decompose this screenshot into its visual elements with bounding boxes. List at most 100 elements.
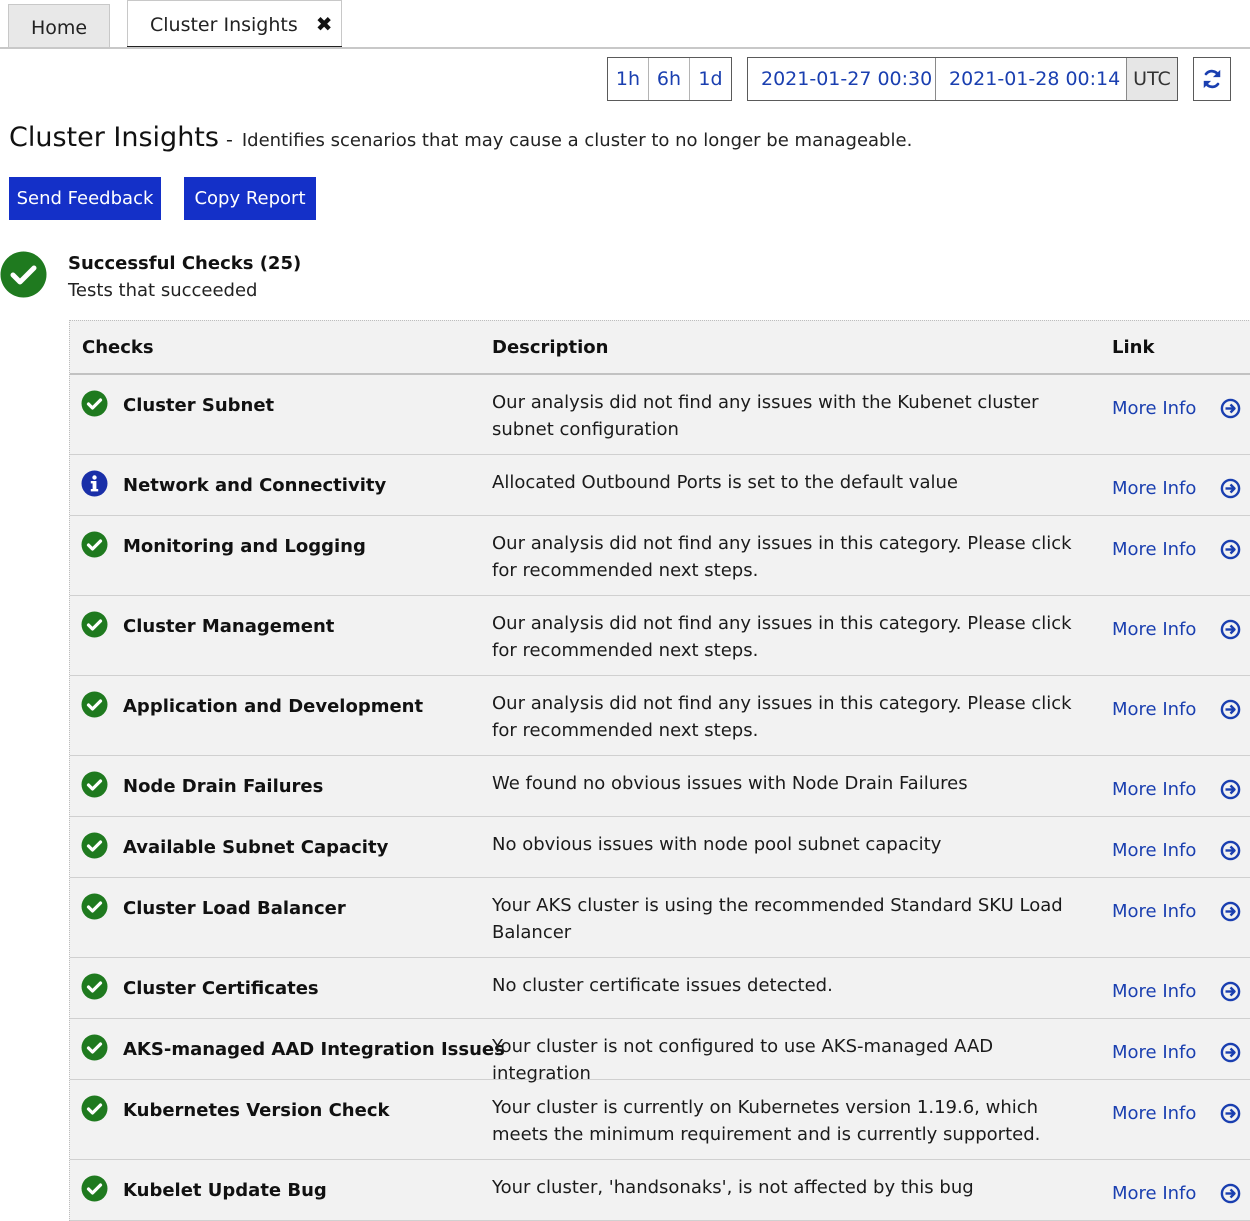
more-info-label: More Info bbox=[1112, 779, 1197, 800]
copy-report-button[interactable]: Copy Report bbox=[184, 177, 316, 220]
check-description: Your cluster, 'handsonaks', is not affec… bbox=[492, 1177, 974, 1198]
check-name: Cluster Management bbox=[123, 616, 335, 637]
more-info-label: More Info bbox=[1112, 981, 1197, 1002]
check-circle-icon bbox=[81, 893, 108, 924]
page-heading: Cluster Insights - Identifies scenarios … bbox=[9, 122, 912, 153]
more-info-link[interactable]: More Info bbox=[1112, 539, 1241, 560]
table-body: Cluster Subnet Our analysis did not find … bbox=[70, 375, 1250, 1221]
tab-home-label: Home bbox=[30, 17, 88, 39]
more-info-link[interactable]: More Info bbox=[1112, 1103, 1241, 1124]
check-name: Kubernetes Version Check bbox=[123, 1100, 390, 1121]
check-circle-icon bbox=[81, 611, 108, 642]
more-info-label: More Info bbox=[1112, 840, 1197, 861]
info-circle-icon bbox=[81, 470, 108, 501]
end-time-field[interactable]: 2021-01-28 00:14 bbox=[936, 58, 1127, 100]
check-name: AKS-managed AAD Integration Issues bbox=[123, 1039, 505, 1060]
check-name: Application and Development bbox=[123, 696, 424, 717]
more-info-label: More Info bbox=[1112, 699, 1197, 720]
arrow-circle-right-icon bbox=[1208, 981, 1241, 1002]
check-name: Available Subnet Capacity bbox=[123, 837, 389, 858]
check-circle-icon bbox=[81, 390, 108, 421]
check-name: Monitoring and Logging bbox=[123, 536, 366, 557]
time-preset-1d-button[interactable]: 1d bbox=[690, 58, 731, 100]
more-info-link[interactable]: More Info bbox=[1112, 901, 1241, 922]
arrow-circle-right-icon bbox=[1208, 1183, 1241, 1204]
check-description: Your cluster is currently on Kubernetes … bbox=[492, 1097, 1041, 1145]
column-header-description: Description bbox=[492, 337, 609, 358]
table-row: Network and Connectivity Allocated Outbou… bbox=[70, 455, 1250, 516]
table-row: Kubernetes Version Check Your cluster is … bbox=[70, 1080, 1250, 1160]
more-info-link[interactable]: More Info bbox=[1112, 1042, 1241, 1063]
table-row: Kubelet Update Bug Your cluster, 'handson… bbox=[70, 1160, 1250, 1221]
time-preset-group: 1h 6h 1d bbox=[607, 57, 732, 101]
more-info-label: More Info bbox=[1112, 1042, 1197, 1063]
check-description: Our analysis did not find any issues in … bbox=[492, 693, 1072, 741]
more-info-link[interactable]: More Info bbox=[1112, 478, 1241, 499]
close-icon[interactable]: ✖ bbox=[316, 12, 333, 38]
tab-cluster-insights[interactable]: Cluster Insights ✖ bbox=[127, 0, 342, 49]
more-info-link[interactable]: More Info bbox=[1112, 779, 1241, 800]
check-description: Allocated Outbound Ports is set to the d… bbox=[492, 472, 958, 493]
check-name: Kubelet Update Bug bbox=[123, 1180, 327, 1201]
table-row: AKS-managed AAD Integration Issues Your c… bbox=[70, 1019, 1250, 1084]
more-info-label: More Info bbox=[1112, 901, 1197, 922]
more-info-label: More Info bbox=[1112, 539, 1197, 560]
check-circle-icon bbox=[81, 1175, 108, 1206]
more-info-label: More Info bbox=[1112, 1183, 1197, 1204]
check-circle-icon bbox=[0, 251, 47, 298]
more-info-link[interactable]: More Info bbox=[1112, 699, 1241, 720]
check-description: No obvious issues with node pool subnet … bbox=[492, 834, 942, 855]
summary-subtitle: Tests that succeeded bbox=[68, 280, 258, 301]
arrow-circle-right-icon bbox=[1208, 1042, 1241, 1063]
check-description: Our analysis did not find any issues wit… bbox=[492, 392, 1039, 440]
table-row: Available Subnet Capacity No obvious issu… bbox=[70, 817, 1250, 878]
arrow-circle-right-icon bbox=[1208, 1103, 1241, 1124]
check-circle-icon bbox=[81, 771, 108, 802]
arrow-circle-right-icon bbox=[1208, 398, 1241, 419]
table-row: Cluster Management Our analysis did not f… bbox=[70, 596, 1250, 676]
check-name: Network and Connectivity bbox=[123, 475, 387, 496]
table-row: Node Drain Failures We found no obvious i… bbox=[70, 756, 1250, 817]
more-info-label: More Info bbox=[1112, 1103, 1197, 1124]
arrow-circle-right-icon bbox=[1208, 779, 1241, 800]
more-info-link[interactable]: More Info bbox=[1112, 619, 1241, 640]
arrow-circle-right-icon bbox=[1208, 539, 1241, 560]
arrow-circle-right-icon bbox=[1208, 699, 1241, 720]
time-range-picker: 2021-01-27 00:30 2021-01-28 00:14 UTC bbox=[747, 57, 1178, 101]
refresh-button[interactable] bbox=[1193, 57, 1231, 101]
tab-bar: Home Cluster Insights ✖ bbox=[0, 0, 1250, 49]
check-name: Cluster Subnet bbox=[123, 395, 275, 416]
timezone-label: UTC bbox=[1127, 58, 1177, 100]
check-circle-icon bbox=[81, 832, 108, 863]
summary-title: Successful Checks (25) bbox=[68, 253, 302, 274]
column-header-link: Link bbox=[1112, 337, 1155, 358]
more-info-link[interactable]: More Info bbox=[1112, 981, 1241, 1002]
check-description: Our analysis did not find any issues in … bbox=[492, 533, 1072, 581]
check-name: Node Drain Failures bbox=[123, 776, 324, 797]
arrow-circle-right-icon bbox=[1208, 840, 1241, 861]
table-header: Checks Description Link bbox=[70, 321, 1250, 375]
page-subtitle: Identifies scenarios that may cause a cl… bbox=[241, 130, 913, 151]
table-row: Cluster Subnet Our analysis did not find … bbox=[70, 375, 1250, 455]
time-preset-1h-button[interactable]: 1h bbox=[608, 58, 649, 100]
check-circle-icon bbox=[81, 1034, 108, 1065]
tab-cluster-insights-label: Cluster Insights bbox=[150, 14, 298, 36]
check-circle-icon bbox=[81, 691, 108, 722]
more-info-link[interactable]: More Info bbox=[1112, 840, 1241, 861]
arrow-circle-right-icon bbox=[1208, 619, 1241, 640]
check-name: Cluster Load Balancer bbox=[123, 898, 346, 919]
start-time-field[interactable]: 2021-01-27 00:30 bbox=[748, 58, 936, 100]
send-feedback-button[interactable]: Send Feedback bbox=[9, 177, 161, 220]
more-info-link[interactable]: More Info bbox=[1112, 398, 1241, 419]
page-title: Cluster Insights bbox=[9, 122, 219, 153]
more-info-link[interactable]: More Info bbox=[1112, 1183, 1241, 1204]
time-preset-6h-button[interactable]: 6h bbox=[649, 58, 690, 100]
tab-home[interactable]: Home bbox=[8, 4, 110, 47]
check-name: Cluster Certificates bbox=[123, 978, 319, 999]
checks-table: Checks Description Link Cluster Subnet Ou… bbox=[69, 320, 1250, 1221]
title-separator: - bbox=[225, 129, 233, 151]
arrow-circle-right-icon bbox=[1208, 478, 1241, 499]
table-row: Cluster Load Balancer Your AKS cluster is… bbox=[70, 878, 1250, 958]
check-description: Your AKS cluster is using the recommende… bbox=[492, 895, 1063, 943]
refresh-icon bbox=[1203, 69, 1221, 89]
